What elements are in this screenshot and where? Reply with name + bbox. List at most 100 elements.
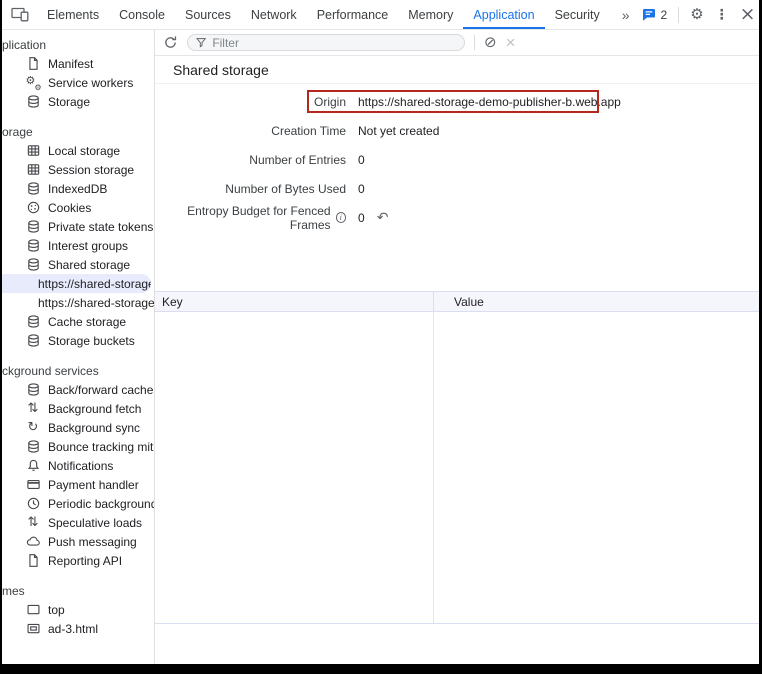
- sidebar-item-manifest[interactable]: Manifest: [2, 54, 154, 73]
- sidebar-item-interest-groups[interactable]: Interest groups: [2, 236, 154, 255]
- tab-security[interactable]: Security: [545, 0, 610, 29]
- window-bottom-edge: [2, 664, 759, 674]
- issues-bubble-icon: [642, 8, 656, 21]
- tab-network[interactable]: Network: [241, 0, 307, 29]
- tab-performance[interactable]: Performance: [307, 0, 399, 29]
- sidebar-item-cookies[interactable]: Cookies: [2, 198, 154, 217]
- sidebar-item-frame-ad-3[interactable]: ad-3.html: [2, 619, 154, 638]
- sidebar-item-background-sync[interactable]: ↻ Background sync: [2, 418, 154, 437]
- kebab-menu-icon[interactable]: ⋮: [715, 8, 729, 22]
- section-header-background-services: ckground services: [2, 363, 154, 380]
- sidebar-item-bounce-tracking-mitigations[interactable]: Bounce tracking mitiga…: [2, 437, 154, 456]
- clear-all-icon[interactable]: ⊘: [484, 35, 497, 50]
- sidebar-item-label: Background fetch: [48, 402, 141, 416]
- sidebar-item-reporting-api[interactable]: Reporting API: [2, 551, 154, 570]
- sidebar-item-service-workers[interactable]: ⚙⚙ Service workers: [2, 73, 154, 92]
- sidebar-item-private-state-tokens[interactable]: Private state tokens: [2, 217, 154, 236]
- sidebar-item-shared-storage-origin-2[interactable]: https://shared-storage-d…: [2, 293, 154, 312]
- sidebar-item-back-forward-cache[interactable]: Back/forward cache: [2, 380, 154, 399]
- section-header-storage: orage: [2, 124, 154, 141]
- issues-count: 2: [661, 8, 668, 22]
- info-icon[interactable]: i: [336, 212, 346, 223]
- sidebar-item-session-storage[interactable]: Session storage: [2, 160, 154, 179]
- sidebar-item-notifications[interactable]: Notifications: [2, 456, 154, 475]
- sidebar-item-label: Notifications: [48, 459, 113, 473]
- entries-table-body: [155, 312, 759, 624]
- sidebar-item-label: Session storage: [48, 163, 134, 177]
- sidebar-item-shared-storage-origin-b-selected[interactable]: https://shared-storage-d…: [2, 274, 151, 293]
- database-icon: [25, 314, 41, 330]
- database-icon: [25, 257, 41, 273]
- shared-storage-view: ⊘ × Shared storage Origin https://shared…: [155, 30, 759, 664]
- sidebar-item-label: Storage buckets: [48, 334, 135, 348]
- filter-box[interactable]: [187, 34, 465, 51]
- tab-console[interactable]: Console: [109, 0, 175, 29]
- sidebar-item-payment-handler[interactable]: Payment handler: [2, 475, 154, 494]
- tab-elements[interactable]: Elements: [37, 0, 109, 29]
- column-header-value[interactable]: Value: [433, 292, 759, 311]
- more-tabs-button[interactable]: »: [610, 0, 642, 29]
- field-label: Origin: [155, 95, 346, 109]
- database-icon: [25, 219, 41, 235]
- close-devtools-icon[interactable]: ×: [740, 5, 756, 24]
- sidebar-item-periodic-background-sync[interactable]: Periodic background s…: [2, 494, 154, 513]
- database-icon: [25, 439, 41, 455]
- sidebar-item-label: Speculative loads: [48, 516, 142, 530]
- tab-sources[interactable]: Sources: [175, 0, 241, 29]
- sidebar-item-label: https://shared-storage-d…: [38, 277, 151, 291]
- refresh-icon[interactable]: [163, 35, 178, 50]
- entries-table-header: Key Value: [155, 291, 759, 312]
- page-title: Shared storage: [173, 62, 269, 78]
- shared-storage-metadata: Origin https://shared-storage-demo-publi…: [155, 84, 759, 291]
- content-toolbar: ⊘ ×: [155, 30, 759, 56]
- sidebar-item-frame-top[interactable]: top: [2, 600, 154, 619]
- devtools-tabbar: Elements Console Sources Network Perform…: [2, 0, 759, 30]
- database-icon: [25, 94, 41, 110]
- bell-icon: [25, 458, 41, 474]
- sidebar-item-indexeddb[interactable]: IndexedDB: [2, 179, 154, 198]
- sidebar-item-speculative-loads[interactable]: ⇅ Speculative loads: [2, 513, 154, 532]
- filter-input[interactable]: [212, 36, 456, 50]
- delete-selected-icon[interactable]: ×: [506, 33, 516, 53]
- file-icon: [25, 56, 41, 72]
- sidebar-item-label: https://shared-storage-d…: [38, 296, 154, 310]
- reset-budget-icon[interactable]: ↶: [377, 209, 389, 226]
- field-value: https://shared-storage-demo-publisher-b.…: [358, 95, 621, 109]
- issues-button[interactable]: 2: [642, 8, 668, 22]
- tabbar-actions: 2 ⚙ ⋮ ×: [642, 0, 762, 29]
- entry-preview-pane: [155, 624, 759, 664]
- sidebar-item-storage-buckets[interactable]: Storage buckets: [2, 331, 154, 350]
- table-grid-icon: [25, 162, 41, 178]
- table-grid-icon: [25, 143, 41, 159]
- tabbar-separator: [678, 7, 679, 23]
- tab-memory[interactable]: Memory: [398, 0, 463, 29]
- sidebar-item-label: Shared storage: [48, 258, 130, 272]
- sidebar-item-label: Cookies: [48, 201, 91, 215]
- device-toolbar-button[interactable]: [2, 0, 37, 29]
- sidebar-item-label: Local storage: [48, 144, 120, 158]
- database-icon: [25, 333, 41, 349]
- field-row-entropy-budget: Entropy Budget for Fenced Frames i 0 ↶: [155, 203, 759, 232]
- field-label: Number of Bytes Used: [155, 182, 346, 196]
- file-icon: [25, 553, 41, 569]
- sidebar-item-local-storage[interactable]: Local storage: [2, 141, 154, 160]
- field-row-creation-time: Creation Time Not yet created: [155, 116, 759, 145]
- sidebar-item-label: Payment handler: [48, 478, 139, 492]
- up-down-arrows-icon: ⇅: [25, 401, 41, 417]
- field-value: 0: [358, 153, 365, 167]
- entries-table-value-column: [433, 312, 759, 623]
- sidebar-item-storage[interactable]: Storage: [2, 92, 154, 111]
- sidebar-item-label: Bounce tracking mitiga…: [48, 440, 154, 454]
- sidebar-item-label: ad-3.html: [48, 622, 98, 636]
- sidebar-item-background-fetch[interactable]: ⇅ Background fetch: [2, 399, 154, 418]
- field-label: Number of Entries: [155, 153, 346, 167]
- sidebar-item-cache-storage[interactable]: Cache storage: [2, 312, 154, 331]
- column-header-key[interactable]: Key: [155, 292, 433, 311]
- sidebar-item-label: Private state tokens: [48, 220, 153, 234]
- clock-icon: [25, 496, 41, 512]
- sidebar-item-push-messaging[interactable]: Push messaging: [2, 532, 154, 551]
- tab-application[interactable]: Application: [463, 0, 544, 29]
- settings-gear-icon[interactable]: ⚙: [690, 7, 703, 22]
- field-label: Creation Time: [155, 124, 346, 138]
- sidebar-item-shared-storage[interactable]: Shared storage: [2, 255, 154, 274]
